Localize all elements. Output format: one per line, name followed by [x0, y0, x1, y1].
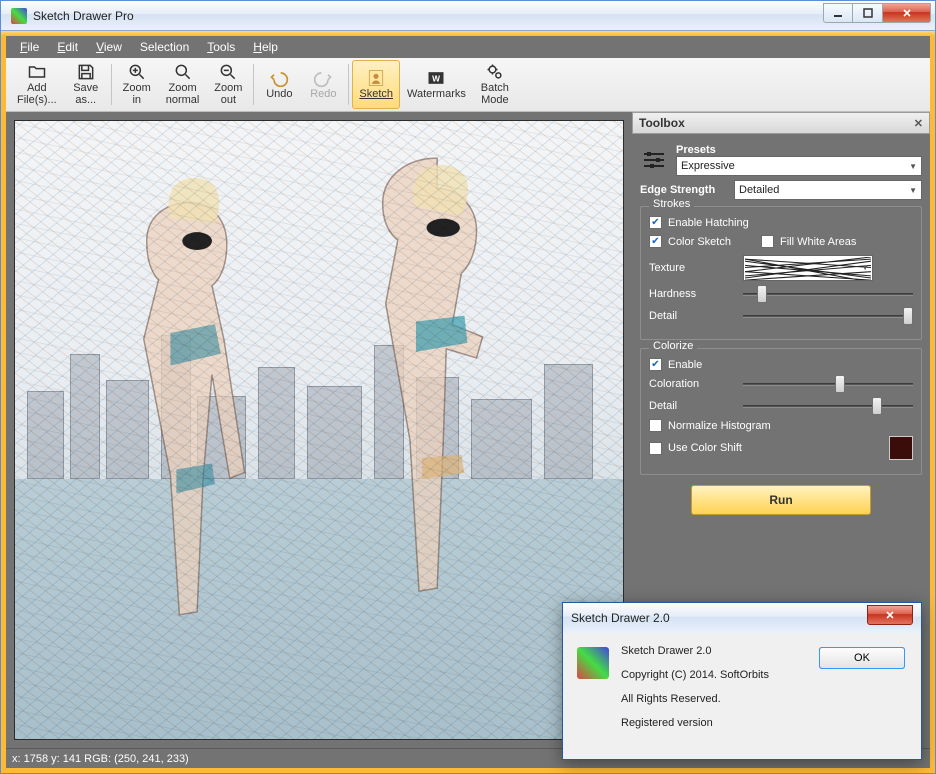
menu-edit[interactable]: Edit — [49, 38, 86, 56]
colorize-detail-label: Detail — [649, 400, 735, 412]
texture-label: Texture — [649, 262, 735, 274]
coloration-slider[interactable] — [743, 375, 913, 393]
zoom-out-button[interactable]: Zoom out — [206, 60, 250, 109]
gears-icon — [485, 62, 505, 82]
presets-select[interactable]: Expressive — [676, 156, 922, 176]
strokes-detail-slider[interactable] — [743, 307, 913, 325]
menubar: FFileile Edit View Selection Tools Help — [6, 36, 930, 58]
strokes-legend: Strokes — [649, 198, 694, 210]
dialog-titlebar[interactable]: Sketch Drawer 2.0 — [563, 603, 921, 633]
color-shift-swatch[interactable] — [889, 436, 913, 460]
colorize-legend: Colorize — [649, 340, 697, 352]
menu-help[interactable]: Help — [245, 38, 286, 56]
window-title: Sketch Drawer Pro — [33, 9, 823, 23]
minimize-button[interactable] — [823, 3, 853, 23]
dialog-title: Sketch Drawer 2.0 — [571, 611, 670, 625]
redo-icon — [313, 68, 333, 88]
dialog-close-button[interactable] — [867, 605, 913, 625]
add-files-button[interactable]: Add File(s)... — [10, 60, 64, 109]
hardness-slider[interactable] — [743, 285, 913, 303]
close-button[interactable] — [883, 3, 931, 23]
menu-tools[interactable]: Tools — [199, 38, 243, 56]
titlebar[interactable]: Sketch Drawer Pro — [1, 1, 935, 31]
menu-file[interactable]: FFileile — [12, 38, 47, 56]
coloration-label: Coloration — [649, 378, 735, 390]
fill-white-checkbox[interactable]: Fill White Areas — [761, 235, 856, 248]
svg-text:W: W — [433, 74, 441, 84]
dialog-ok-button[interactable]: OK — [819, 647, 905, 669]
menu-selection[interactable]: Selection — [132, 38, 197, 56]
sketch-portrait-icon — [366, 68, 386, 88]
hardness-label: Hardness — [649, 288, 735, 300]
enable-hatching-checkbox[interactable]: ✔Enable Hatching — [649, 216, 913, 229]
colorize-detail-slider[interactable] — [743, 397, 913, 415]
zoom-in-button[interactable]: Zoom in — [115, 60, 159, 109]
toolbox-title: Toolbox — [639, 116, 685, 130]
presets-label: Presets — [676, 144, 762, 156]
run-button[interactable]: Run — [691, 485, 871, 515]
canvas-container — [6, 112, 632, 748]
save-as-button[interactable]: Save as... — [64, 60, 108, 109]
status-text: x: 1758 y: 141 RGB: (250, 241, 233) — [12, 753, 189, 765]
toolbar: Add File(s)... Save as... Zoom in Zoom n… — [6, 58, 930, 112]
use-color-shift-checkbox[interactable]: Use Color Shift — [649, 442, 881, 455]
colorize-group: Colorize ✔Enable Coloration Detail Norma… — [640, 348, 922, 475]
toolbox-close-icon[interactable]: ✕ — [914, 117, 923, 130]
maximize-button[interactable] — [853, 3, 883, 23]
redo-button[interactable]: Redo — [301, 60, 345, 109]
zoom-in-icon — [127, 62, 147, 82]
canvas[interactable] — [14, 120, 624, 740]
about-dialog: Sketch Drawer 2.0 Sketch Drawer 2.0 Copy… — [562, 602, 922, 760]
hatching-overlay — [15, 121, 623, 739]
zoom-out-icon — [218, 62, 238, 82]
strokes-detail-label: Detail — [649, 310, 735, 322]
zoom-normal-button[interactable]: Zoom normal — [159, 60, 207, 109]
zoom-normal-icon — [173, 62, 193, 82]
strokes-group: Strokes ✔Enable Hatching ✔Color Sketch F… — [640, 206, 922, 340]
batch-mode-button[interactable]: Batch Mode — [473, 60, 517, 109]
dialog-app-icon — [577, 647, 609, 679]
menu-view[interactable]: View — [88, 38, 130, 56]
window-buttons — [823, 3, 931, 23]
floppy-icon — [76, 62, 96, 82]
dialog-text: Sketch Drawer 2.0 Copyright (C) 2014. So… — [621, 645, 769, 741]
colorize-enable-checkbox[interactable]: ✔Enable — [649, 358, 913, 371]
folder-open-icon — [27, 62, 47, 82]
watermark-icon: W — [426, 68, 446, 88]
normalize-histogram-checkbox[interactable]: Normalize Histogram — [649, 419, 913, 432]
undo-button[interactable]: Undo — [257, 60, 301, 109]
presets-icon — [640, 148, 668, 172]
toolbox-titlebar[interactable]: Toolbox ✕ — [632, 112, 930, 134]
app-icon — [11, 8, 27, 24]
edge-strength-label: Edge Strength — [640, 184, 726, 196]
watermarks-button[interactable]: WWatermarks — [400, 60, 473, 109]
edge-strength-select[interactable]: Detailed — [734, 180, 922, 200]
undo-icon — [269, 68, 289, 88]
texture-select[interactable] — [743, 255, 873, 281]
color-sketch-checkbox[interactable]: ✔Color Sketch — [649, 235, 731, 248]
sketch-button[interactable]: Sketch — [352, 60, 400, 109]
app-window: Sketch Drawer Pro FFileile Edit View Sel… — [0, 0, 936, 774]
